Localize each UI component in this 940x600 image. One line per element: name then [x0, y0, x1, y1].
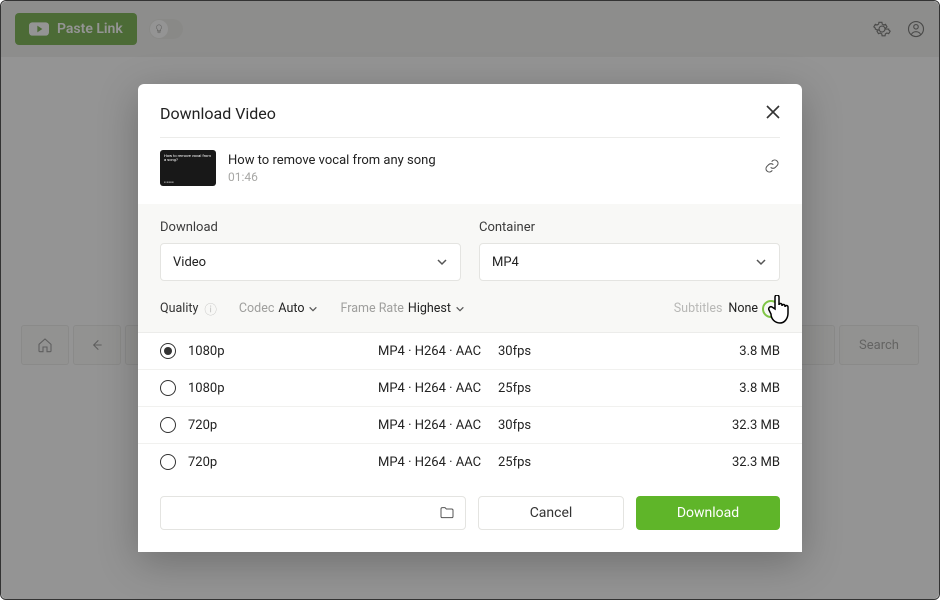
quality-format: MP4 · H264 · AAC [378, 418, 498, 433]
quality-row[interactable]: 720p MP4 · H264 · AAC 30fps 32.3 MB [138, 407, 802, 444]
quality-resolution: 1080p [188, 381, 378, 396]
info-icon[interactable]: ⓘ [204, 299, 217, 318]
quality-size: 32.3 MB [638, 455, 780, 470]
quality-size: 32.3 MB [638, 418, 780, 433]
quality-resolution: 720p [188, 418, 378, 433]
chevron-down-icon [308, 304, 318, 314]
copy-link-button[interactable] [764, 158, 780, 178]
chevron-down-icon [767, 305, 775, 313]
radio-icon [160, 343, 176, 359]
subtitles-value: None [728, 301, 758, 316]
download-video-modal: Download Video How to remove vocal from … [138, 84, 802, 552]
quality-resolution: 720p [188, 455, 378, 470]
download-select-value: Video [173, 255, 206, 270]
download-select[interactable]: Video [160, 243, 461, 281]
quality-fps: 30fps [498, 418, 638, 433]
download-button[interactable]: Download [636, 496, 780, 530]
chevron-down-icon [455, 304, 465, 314]
modal-title: Download Video [160, 104, 276, 123]
subtitles-label: Subtitles [674, 301, 723, 316]
close-icon [766, 105, 780, 119]
output-path-field[interactable] [160, 496, 466, 530]
radio-icon [160, 380, 176, 396]
quality-format: MP4 · H264 · AAC [378, 381, 498, 396]
quality-size: 3.8 MB [638, 344, 780, 359]
download-select-label: Download [160, 220, 461, 235]
chevron-down-icon [755, 256, 767, 268]
link-icon [764, 158, 780, 174]
close-button[interactable] [766, 104, 780, 123]
folder-icon [439, 505, 455, 521]
quality-fps: 25fps [498, 455, 638, 470]
video-info: How to remove vocal from a song? ■ ■■■■ … [138, 138, 802, 204]
container-select[interactable]: MP4 [479, 243, 780, 281]
framerate-select[interactable]: Frame Rate Highest [340, 301, 464, 316]
quality-format: MP4 · H264 · AAC [378, 344, 498, 359]
quality-resolution: 1080p [188, 344, 378, 359]
quality-label: Quality [160, 301, 198, 316]
video-duration: 01:46 [228, 170, 752, 184]
modal-footer: Cancel Download [138, 480, 802, 552]
chevron-down-icon [436, 256, 448, 268]
cancel-button[interactable]: Cancel [478, 496, 624, 530]
quality-format: MP4 · H264 · AAC [378, 455, 498, 470]
quality-row[interactable]: 720p MP4 · H264 · AAC 25fps 32.3 MB [138, 444, 802, 480]
quality-list: 1080p MP4 · H264 · AAC 30fps 3.8 MB 1080… [138, 332, 802, 480]
app-window: Paste Link Search [0, 0, 940, 600]
radio-icon [160, 454, 176, 470]
quality-size: 3.8 MB [638, 381, 780, 396]
container-select-value: MP4 [492, 255, 519, 270]
quality-fps: 30fps [498, 344, 638, 359]
radio-icon [160, 417, 176, 433]
quality-row[interactable]: 1080p MP4 · H264 · AAC 30fps 3.8 MB [138, 333, 802, 370]
video-thumbnail: How to remove vocal from a song? ■ ■■■■ [160, 150, 216, 186]
quality-fps: 25fps [498, 381, 638, 396]
options-panel: Download Video Container MP4 Quality ⓘ [138, 204, 802, 332]
codec-select[interactable]: Codec Auto [239, 301, 319, 316]
quality-row[interactable]: 1080p MP4 · H264 · AAC 25fps 3.8 MB [138, 370, 802, 407]
subtitles-dropdown[interactable] [762, 300, 780, 318]
container-select-label: Container [479, 220, 780, 235]
video-title: How to remove vocal from any song [228, 153, 752, 168]
